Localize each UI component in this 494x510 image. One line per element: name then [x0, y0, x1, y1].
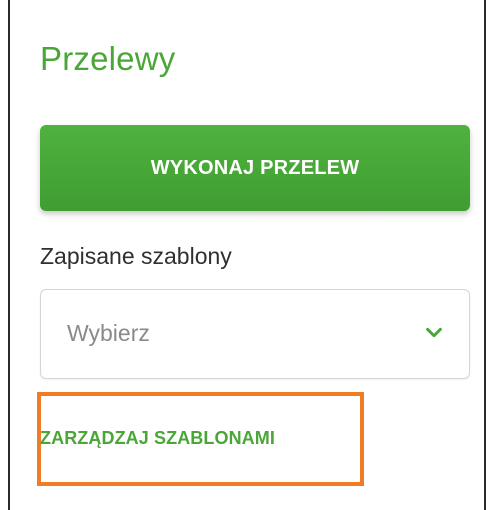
- saved-templates-select[interactable]: Wybierz: [40, 289, 470, 379]
- transfers-panel: Przelewy WYKONAJ PRZELEW Zapisane szablo…: [8, 0, 486, 510]
- panel-title: Przelewy: [40, 40, 176, 77]
- manage-templates-link[interactable]: ZARZĄDZAJ SZABLONAMI: [40, 428, 275, 449]
- saved-templates-label: Zapisane szablony: [40, 243, 232, 269]
- chevron-down-icon: [426, 327, 442, 338]
- select-current-value: Wybierz: [67, 320, 150, 346]
- make-transfer-button[interactable]: WYKONAJ PRZELEW: [40, 125, 470, 211]
